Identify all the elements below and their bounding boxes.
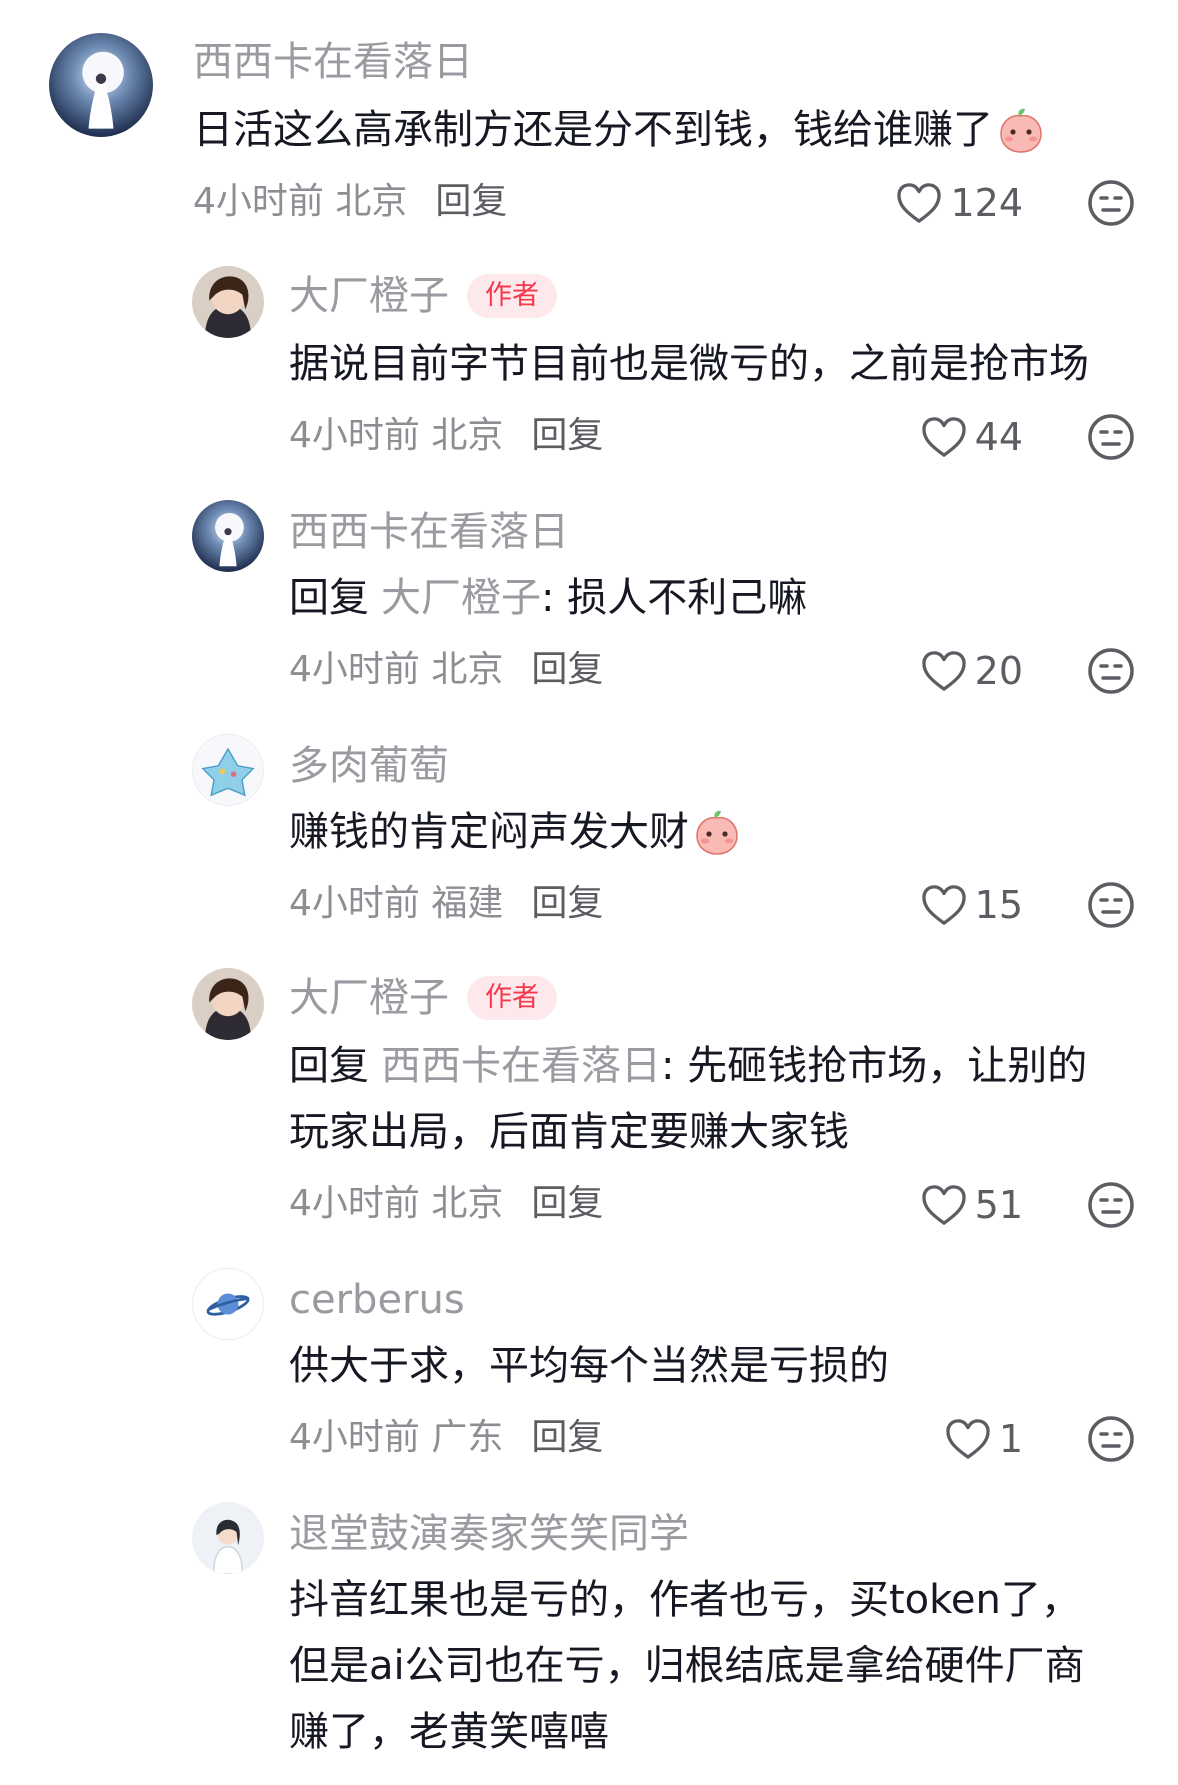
reply-text-line: 回复 西西卡在看落日 : 先砸钱抢市场，让别的 [289, 1034, 1087, 1098]
like-button[interactable]: 44 [921, 412, 1023, 462]
reply-text: 据说目前字节目前也是微亏的，之前是抢市场 [289, 341, 1089, 387]
avatar[interactable] [192, 1268, 264, 1340]
reply-meta: 4小时前 北京 回复 [289, 648, 603, 692]
dislike-button[interactable] [1086, 412, 1136, 462]
reply-username-text[interactable]: 大厂橙子 [289, 974, 449, 1022]
reply-button[interactable]: 回复 [531, 414, 603, 458]
dislike-button[interactable] [1086, 646, 1136, 696]
avatar[interactable] [192, 266, 264, 338]
dislike-face-icon [1086, 1180, 1136, 1230]
reply-username: 大厂橙子 作者 [289, 272, 557, 320]
comment-meta: 4小时前 北京 回复 [193, 180, 507, 224]
dislike-face-icon [1086, 412, 1136, 462]
like-count: 15 [974, 883, 1023, 927]
reply-time: 4小时前 [289, 415, 420, 456]
author-badge: 作者 [467, 976, 557, 1020]
avatar[interactable] [192, 1502, 264, 1574]
reply-text-line: 抖音红果也是亏的，作者也亏，买token了， [289, 1577, 1081, 1623]
like-count: 124 [950, 181, 1023, 225]
reply-text: 供大于求，平均每个当然是亏损的 [289, 1343, 889, 1389]
dislike-button[interactable] [1086, 880, 1136, 930]
reply-username-text[interactable]: 大厂橙子 [289, 272, 449, 320]
avatar[interactable] [192, 734, 264, 806]
dislike-button[interactable] [1086, 1180, 1136, 1230]
like-count: 1 [998, 1417, 1023, 1461]
like-button[interactable]: 124 [896, 178, 1023, 228]
reply-location: 北京 [431, 415, 504, 456]
heart-icon [921, 884, 967, 926]
comment-time: 4小时前 [193, 181, 324, 222]
reply-time: 4小时前 [289, 883, 420, 924]
comment-body: 日活这么高承制方还是分不到钱，钱给谁赚了 [193, 107, 993, 153]
reply-body: : 损人不利己嘛 [541, 575, 808, 621]
heart-icon [896, 182, 942, 224]
reply-prefix: 回复 [289, 575, 369, 621]
reply-username[interactable]: 多肉葡萄 [289, 742, 449, 790]
reply-time: 4小时前 [289, 1417, 420, 1458]
heart-icon [921, 416, 967, 458]
reply-text: 回复 大厂橙子 : 损人不利己嘛 [289, 566, 807, 630]
like-button[interactable]: 15 [921, 880, 1023, 930]
shush-peach-emoji [997, 106, 1045, 154]
reply-username[interactable]: 西西卡在看落日 [289, 508, 569, 556]
reply-button[interactable]: 回复 [435, 180, 507, 224]
author-badge: 作者 [467, 274, 557, 318]
reply-button[interactable]: 回复 [531, 648, 603, 692]
like-count: 44 [974, 415, 1023, 459]
like-count: 51 [974, 1183, 1023, 1227]
reply-button[interactable]: 回复 [531, 1416, 603, 1460]
avatar[interactable] [192, 500, 264, 572]
reply-meta: 4小时前 福建 回复 [289, 882, 603, 926]
reply-location: 广东 [431, 1417, 504, 1458]
reply-username[interactable]: cerberus [289, 1276, 465, 1324]
crying-peach-emoji [693, 808, 741, 856]
avatar[interactable] [192, 968, 264, 1040]
reply-body: 赚钱的肯定闷声发大财 [289, 809, 689, 855]
dislike-face-icon [1086, 880, 1136, 930]
reply-body: : 先砸钱抢市场，让别的 [661, 1043, 1088, 1089]
comment-username[interactable]: 西西卡在看落日 [193, 38, 473, 86]
dislike-face-icon [1086, 1414, 1136, 1464]
like-count: 20 [974, 649, 1023, 693]
reply-time: 4小时前 [289, 649, 420, 690]
reply-location: 北京 [431, 649, 504, 690]
like-button[interactable]: 20 [921, 646, 1023, 696]
comment-text: 日活这么高承制方还是分不到钱，钱给谁赚了 [193, 98, 1045, 162]
reply-username[interactable]: 退堂鼓演奏家笑笑同学 [289, 1510, 689, 1558]
reply-text: 赚钱的肯定闷声发大财 [289, 800, 741, 864]
reply-location: 北京 [431, 1183, 504, 1224]
dislike-face-icon [1086, 646, 1136, 696]
reply-username: 大厂橙子 作者 [289, 974, 557, 1022]
heart-icon [921, 1184, 967, 1226]
dislike-button[interactable] [1086, 1414, 1136, 1464]
reply-button[interactable]: 回复 [531, 1182, 603, 1226]
reply-time: 4小时前 [289, 1183, 420, 1224]
reply-text-line: 玩家出局，后面肯定要赚大家钱 [289, 1109, 849, 1155]
heart-icon [921, 650, 967, 692]
reply-location: 福建 [431, 883, 504, 924]
reply-to-user[interactable]: 大厂橙子 [381, 566, 541, 630]
reply-text-line: 但是ai公司也在亏，归根结底是拿给硬件厂商 [289, 1643, 1085, 1689]
reply-button[interactable]: 回复 [531, 882, 603, 926]
reply-prefix: 回复 [289, 1043, 369, 1089]
dislike-face-icon [1086, 178, 1136, 228]
reply-meta: 4小时前 广东 回复 [289, 1416, 603, 1460]
dislike-button[interactable] [1086, 178, 1136, 228]
comment-location: 北京 [335, 181, 408, 222]
reply-to-user[interactable]: 西西卡在看落日 [381, 1034, 661, 1098]
reply-meta: 4小时前 北京 回复 [289, 414, 603, 458]
reply-text-line: 赚了，老黄笑嘻嘻 [289, 1709, 609, 1755]
reply-meta: 4小时前 北京 回复 [289, 1182, 603, 1226]
heart-icon [945, 1418, 991, 1460]
avatar[interactable] [49, 33, 153, 137]
like-button[interactable]: 1 [945, 1414, 1023, 1464]
like-button[interactable]: 51 [921, 1180, 1023, 1230]
